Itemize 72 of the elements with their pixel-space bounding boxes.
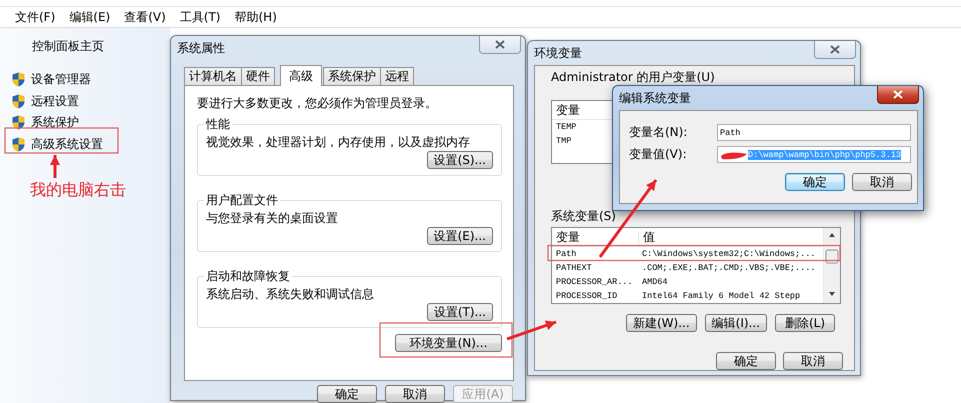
table-cell-text: C:\Windows\system32;C:\Windows;...: [641, 248, 816, 260]
window-title: 系统属性: [177, 40, 225, 56]
menu-item[interactable]: 文件(F): [15, 8, 56, 26]
close-button[interactable]: [814, 41, 856, 59]
dialog-button[interactable]: 确定: [716, 352, 776, 370]
home-link[interactable]: 控制面板主页: [32, 38, 170, 55]
shield-icon: [12, 115, 25, 130]
input-field[interactable]: Path: [717, 124, 911, 141]
table-cell-text: PROCESSOR_AR...: [555, 276, 634, 288]
close-button[interactable]: [479, 36, 521, 54]
list-label: 系统变量(S): [551, 208, 617, 222]
sidebar-link[interactable]: 设备管理器: [31, 71, 91, 88]
close-icon: [830, 45, 840, 54]
list-action-button[interactable]: 编辑(I)...: [704, 314, 767, 332]
shield-icon: [12, 94, 25, 109]
window-title: 编辑系统变量: [619, 90, 691, 106]
dialog-button[interactable]: 确定: [785, 173, 845, 191]
settings-button[interactable]: 设置(T)...: [426, 303, 493, 321]
dialog-button[interactable]: 取消: [783, 352, 843, 370]
group-title: 性能: [204, 116, 231, 133]
list-action-button[interactable]: 删除(L): [775, 314, 835, 332]
list-label: Administrator 的用户变量(U): [551, 69, 716, 83]
group-description: 视觉效果，处理器计划，内存使用，以及虚拟内存: [206, 134, 471, 151]
close-icon: [495, 40, 505, 49]
tab[interactable]: 高级: [280, 65, 322, 86]
close-button[interactable]: [877, 86, 919, 104]
notice-text: 要进行大多数更改，您必须作为管理员登录。: [197, 95, 438, 112]
menu-item[interactable]: 工具(T): [180, 8, 220, 26]
annotation-arrow: [50, 155, 60, 178]
shield-icon: [12, 136, 25, 152]
table-cell-text: .COM;.EXE;.BAT;.CMD;.VBS;.VBE;....: [641, 262, 816, 274]
annotation-text: 我的电脑右击: [30, 180, 126, 201]
list-action-button[interactable]: 新建(W)...: [626, 314, 697, 332]
settings-button[interactable]: 设置(S)...: [426, 151, 493, 169]
tab[interactable]: 远程: [380, 67, 414, 85]
tab[interactable]: 硬件: [241, 67, 275, 85]
close-icon: [893, 90, 903, 99]
tab[interactable]: 系统保护: [323, 67, 381, 85]
group-title: 启动和故障恢复: [205, 268, 291, 285]
field-label: 变量值(V):: [629, 146, 688, 163]
menu-item[interactable]: 查看(V): [124, 8, 166, 26]
column-header[interactable]: 变量: [552, 104, 580, 116]
field-label: 变量名(N):: [629, 124, 688, 141]
dialog-button[interactable]: 确定: [317, 385, 377, 403]
group-description: 与您登录有关的桌面设置: [206, 210, 339, 227]
dialog-button[interactable]: 取消: [852, 173, 912, 191]
table-cell-text: Intel64 Family 6 Model 42 Stepp: [641, 290, 802, 302]
group-description: 系统启动、系统失败和调试信息: [206, 286, 375, 303]
scribble-icon: [720, 150, 748, 160]
tab[interactable]: 计算机名: [184, 67, 242, 85]
environment-variables-button[interactable]: 环境变量(N)...: [395, 334, 502, 352]
table-cell-text: PROCESSOR_ID: [555, 290, 618, 302]
menu-item[interactable]: 帮助(H): [234, 8, 277, 26]
window-title: 环境变量: [534, 44, 582, 62]
table-cell-text: AMD64: [641, 276, 669, 288]
column-header[interactable]: 变量: [552, 230, 638, 244]
group-title: 用户配置文件: [205, 192, 279, 209]
variable-list[interactable]: 变量 值 Path C:\Windows\system32;C:\Windows;... PATHEXT .COM;.EXE;.BAT;.CMD;.VBS;.VBE;.... PROCESSOR_AR... AMD64 PROCESSOR_ID Intel64 Family 6 Model 42 Stepp: [551, 227, 841, 304]
menu-item[interactable]: 编辑(E): [69, 8, 110, 26]
table-cell-text: TMP: [555, 134, 572, 148]
field-value: D:\wamp\wamp\bin\php\php5.3.13: [748, 150, 902, 160]
table-cell-text: Path: [555, 248, 578, 260]
table-cell-text: PATHEXT: [555, 262, 593, 274]
field-value: Path: [720, 128, 740, 138]
dialog-button[interactable]: 取消: [385, 385, 445, 403]
sidebar-link[interactable]: 远程设置: [31, 92, 79, 110]
sidebar-link[interactable]: 系统保护: [31, 114, 79, 132]
annotation-arrow: [506, 320, 556, 340]
settings-button[interactable]: 设置(E)...: [426, 227, 493, 245]
sidebar-link[interactable]: 高级系统设置: [31, 136, 103, 153]
table-cell-text: TEMP: [555, 120, 576, 134]
shield-icon: [12, 72, 25, 88]
